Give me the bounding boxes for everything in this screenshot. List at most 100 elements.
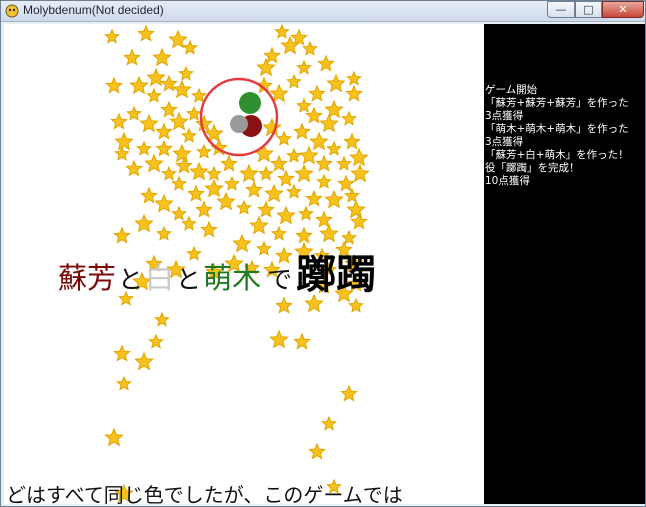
game-window: Molybdenum(Not decided) — □ ✕ 蘇芳と白と萌木で躑躅… [0,0,646,507]
star-particle [346,70,362,86]
combo-title-segment: 躑躅 [296,251,377,298]
star-particle [316,173,332,189]
event-log: ゲーム開始 「蘇芳+蘇芳+蘇芳」を作った 3点獲得 「萌木+萌木+萌木」を作った 3点獲… [485,84,629,188]
star-particle [286,73,302,89]
star-particle [161,165,177,181]
star-particle [321,415,337,431]
star-particle [216,191,236,211]
star-particle [275,296,293,314]
event-log-line: 3点獲得 [485,136,524,148]
star-particle [154,193,174,213]
star-particle [113,226,131,244]
star-particle [324,189,344,209]
star-particle [134,213,154,233]
star-particle [296,59,312,75]
star-particle [337,174,355,192]
star-particle [116,375,132,391]
star-particle [317,54,335,72]
star-particle [220,154,238,172]
window-title: Molybdenum(Not decided) [23,3,164,17]
star-particle [326,73,346,93]
star-particle [319,113,339,133]
star-particle [340,384,358,402]
star-particle [274,24,290,39]
star-particle [254,143,274,163]
star-particle [204,178,224,198]
star-particle [125,159,143,177]
star-particle [171,205,187,221]
star-particle [348,297,364,313]
star-particle [277,169,295,187]
star-particle [345,84,363,102]
maximize-button[interactable]: □ [575,1,602,18]
star-particle [255,76,273,94]
star-particle [134,351,154,371]
star-particle [236,199,252,215]
event-log-line: 役「躑躅」を完成！ [485,162,580,174]
star-particle [187,184,205,202]
combo-title-segment: で [267,265,293,294]
combo-title-segment: 萌木 [203,261,262,295]
star-particle [172,79,192,99]
star-particle [302,40,318,56]
star-particle [105,76,123,94]
star-particle [257,200,275,218]
star-particle [315,154,333,172]
event-log-line: 「蘇芳+白+萌木」を作った！ [485,149,629,161]
star-particle [249,215,269,235]
star-particle [350,212,368,230]
star-particle [286,183,302,199]
star-particle [270,154,288,172]
star-particle [271,225,287,241]
star-particle [196,143,212,159]
star-particle [269,329,289,349]
star-particle [256,57,276,77]
star-particle [341,110,357,126]
event-log-line: 「萌木+萌木+萌木」を作った [485,123,629,135]
star-particle [286,147,302,163]
star-particle [350,163,370,183]
star-particle [344,187,360,203]
star-particle [137,24,155,42]
star-particle [295,226,313,244]
app-icon [5,4,19,18]
event-log-line: ゲーム開始 [485,84,538,96]
star-particle [305,189,323,207]
star-particle [114,131,134,151]
star-particle [110,112,128,130]
star-particle [123,48,141,66]
star-particle [140,186,158,204]
star-particle [296,97,312,113]
star-particle [326,140,342,156]
close-button[interactable]: ✕ [602,1,644,18]
game-canvas[interactable]: 蘇芳と白と萌木で躑躅 どはすべて同じ色でしたが、このゲームでは [4,24,484,504]
event-log-line: 「蘇芳+蘇芳+蘇芳」を作った [485,97,629,109]
star-particle [224,175,240,191]
star-particle [346,199,366,219]
star-particle [171,175,187,191]
star-particle [324,99,344,119]
star-particle [294,163,314,183]
star-particle [315,210,333,228]
star-particle [309,131,329,151]
story-subtitle: どはすべて同じ色でしたが、このゲームでは [6,483,403,504]
minimize-button[interactable]: — [547,1,575,18]
star-particle [136,140,152,156]
star-particle [156,225,172,241]
star-particle [104,427,124,447]
star-particle [262,117,282,137]
star-particle [129,75,149,95]
star-particle [319,223,339,243]
star-particle [182,39,198,55]
star-particle [195,200,213,218]
star-particle [144,153,164,173]
event-log-panel: ゲーム開始 「蘇芳+蘇芳+蘇芳」を作った 3点獲得 「萌木+萌木+萌木」を作った 3点獲… [484,24,645,504]
title-bar[interactable]: Molybdenum(Not decided) — □ ✕ [1,1,645,22]
star-particle [114,145,130,161]
event-log-line: 10点獲得 [485,175,530,187]
star-particle [126,105,142,121]
star-particle [343,132,361,150]
star-particle [308,442,326,460]
star-particle [181,215,197,231]
star-particle [178,65,194,81]
